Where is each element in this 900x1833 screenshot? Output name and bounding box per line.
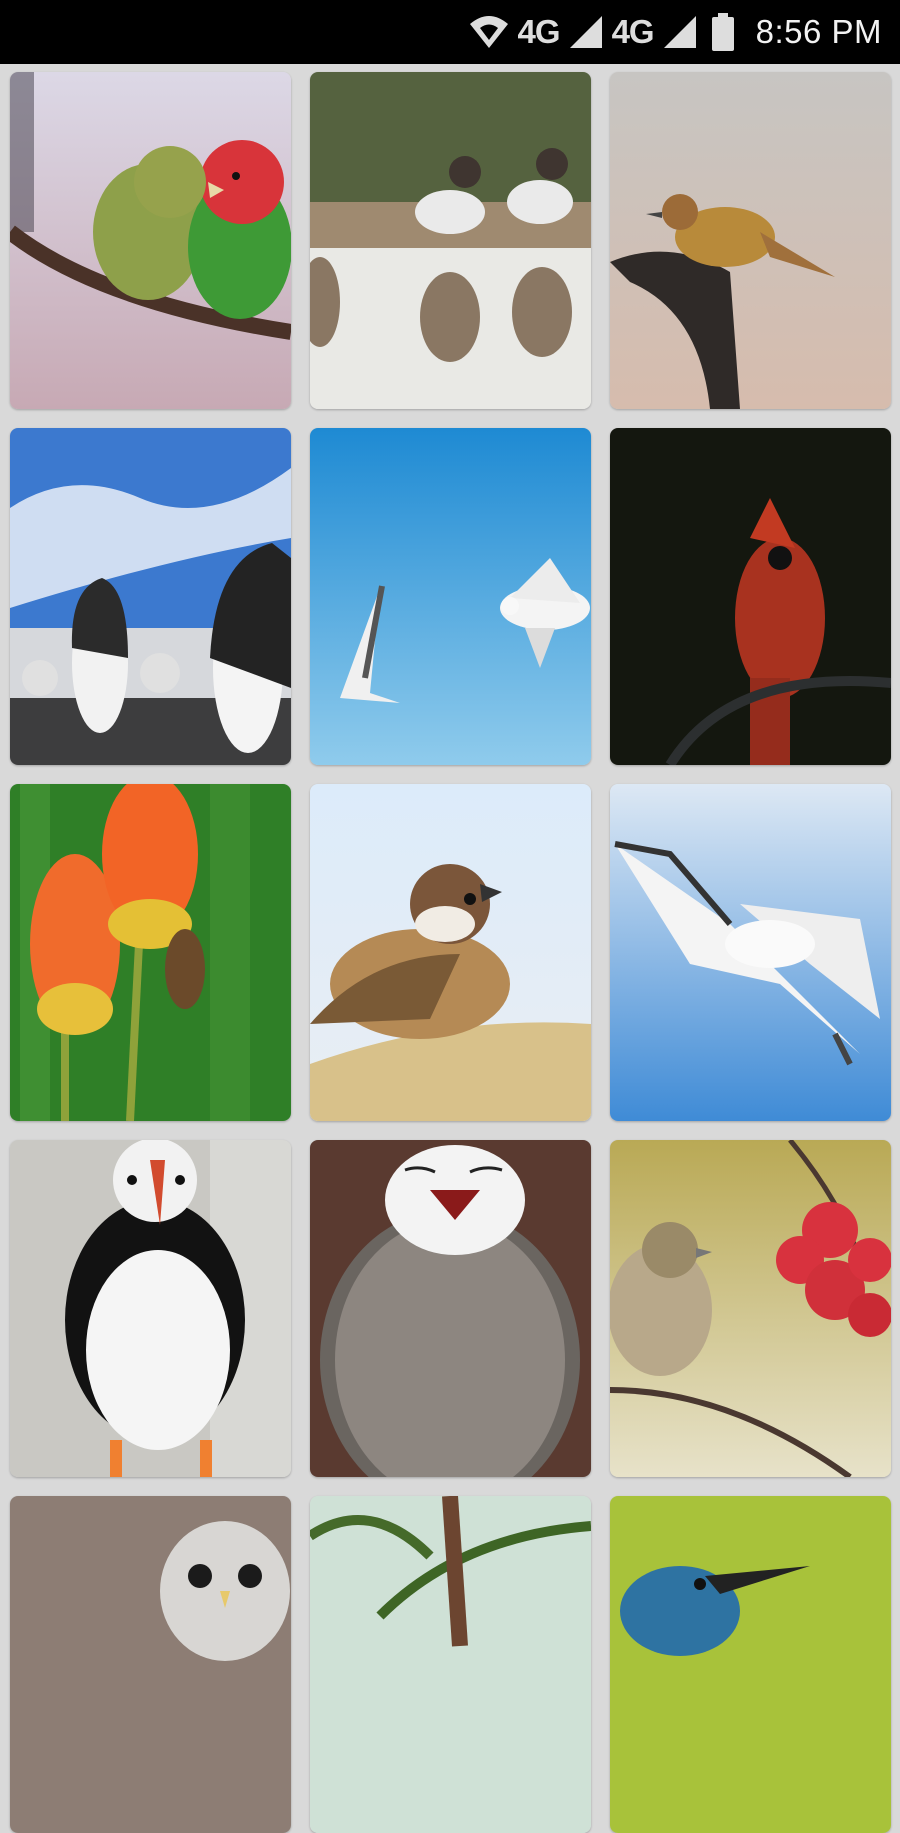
network-type-1: 4G <box>517 13 561 50</box>
wallpaper-tile-seagulls-sky[interactable] <box>310 428 591 765</box>
wallpaper-tile-puffin[interactable] <box>10 1140 291 1477</box>
finch-berries-image <box>610 1140 891 1477</box>
penguins-image <box>10 428 291 765</box>
wallpaper-tile-kingfisher[interactable] <box>610 1496 891 1833</box>
palm-bird-image <box>310 1496 591 1833</box>
wallpaper-tile-bird-on-flower[interactable] <box>10 784 291 1121</box>
wallpaper-tile-cardinal[interactable] <box>610 428 891 765</box>
barred-owl-image <box>10 1496 291 1833</box>
network-type-2: 4G <box>611 13 655 50</box>
wallpaper-tile-palm-bird[interactable] <box>310 1496 591 1833</box>
wallpaper-tile-finches[interactable] <box>310 72 591 409</box>
seagulls-sky-image <box>310 428 591 765</box>
wallpaper-tile-sparrow[interactable] <box>310 784 591 1121</box>
wallpaper-tile-snowy-owl[interactable] <box>310 1140 591 1477</box>
wallpaper-tile-wren[interactable] <box>610 72 891 409</box>
sparrow-image <box>310 784 591 1121</box>
status-bar: 4G 4G 8:56 PM <box>0 0 900 64</box>
wifi-icon <box>469 16 508 48</box>
wallpaper-tile-finch-berries[interactable] <box>610 1140 891 1477</box>
signal-icon <box>569 16 602 48</box>
battery-icon <box>711 13 734 51</box>
bird-on-flower-image <box>10 784 291 1121</box>
clock: 8:56 PM <box>755 13 882 50</box>
finches-image <box>310 72 591 409</box>
signal-icon-2 <box>663 16 696 48</box>
cardinal-image <box>610 428 891 765</box>
puffin-image <box>10 1140 291 1477</box>
wallpaper-tile-barred-owl[interactable] <box>10 1496 291 1833</box>
seagulls-flight-image <box>610 784 891 1121</box>
wallpaper-tile-lovebirds[interactable] <box>10 72 291 409</box>
wallpaper-tile-seagulls-flight[interactable] <box>610 784 891 1121</box>
wren-image <box>610 72 891 409</box>
snowy-owl-image <box>310 1140 591 1477</box>
wallpaper-tile-penguins[interactable] <box>10 428 291 765</box>
lovebirds-image <box>10 72 291 409</box>
kingfisher-image <box>610 1496 891 1833</box>
status-icons: 4G 4G 8:56 PM <box>468 0 882 64</box>
